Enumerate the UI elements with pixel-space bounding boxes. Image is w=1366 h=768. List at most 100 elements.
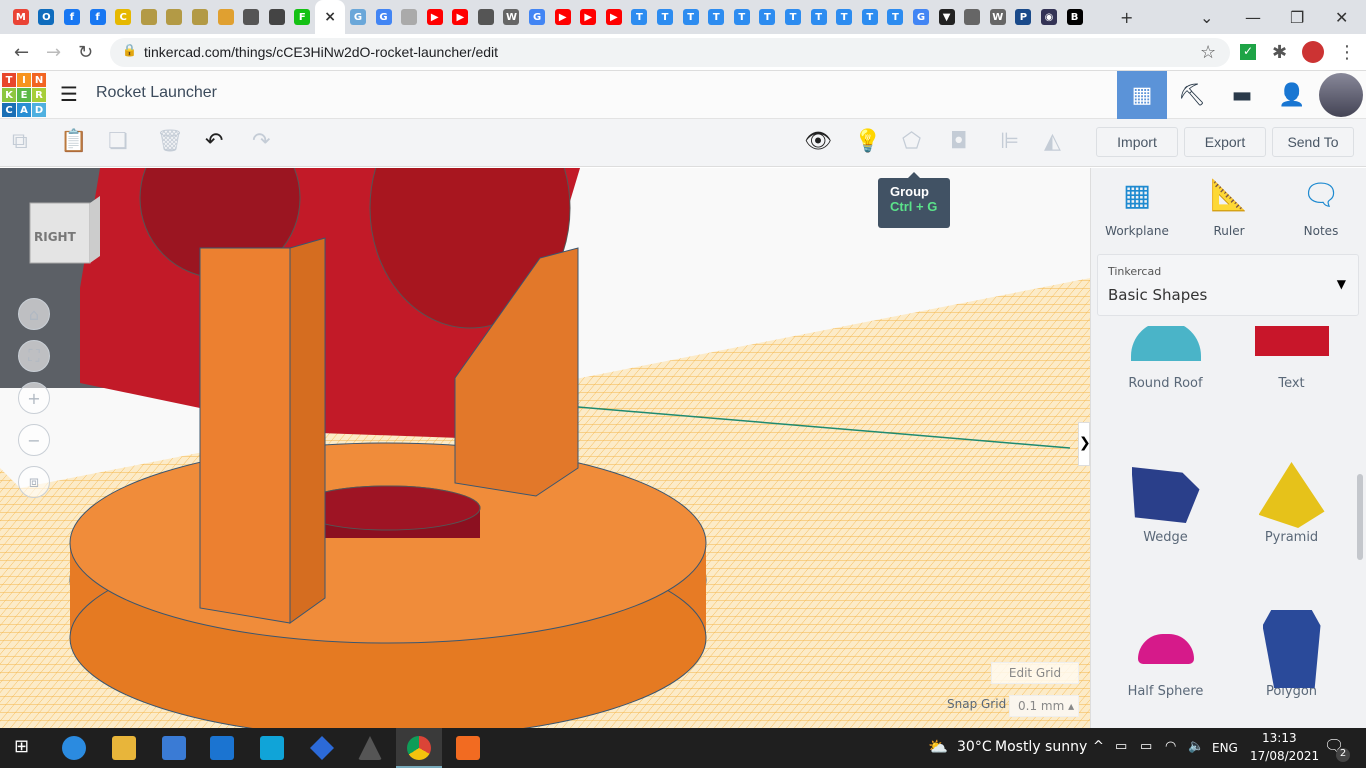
shape-library-select[interactable]: Tinkercad Basic Shapes ▼ xyxy=(1097,254,1359,316)
shape-polygon[interactable]: Polygon xyxy=(1229,610,1354,699)
show-all-icon[interactable]: 👁 xyxy=(804,129,832,154)
undo-icon[interactable]: ↶ xyxy=(205,129,223,154)
user-avatar[interactable] xyxy=(1318,71,1364,119)
browser-tab[interactable]: G xyxy=(371,0,397,34)
browser-tab[interactable]: G xyxy=(524,0,550,34)
invite-user-button[interactable]: 👤 xyxy=(1267,71,1317,119)
forward-icon[interactable]: → xyxy=(46,42,61,63)
extension-check-icon[interactable]: ✓ xyxy=(1240,44,1256,60)
browser-tab[interactable]: T xyxy=(806,0,832,34)
maximize-button[interactable]: ❐ xyxy=(1290,0,1304,34)
3d-design-view-button[interactable]: ▦ xyxy=(1117,71,1167,119)
browser-tab[interactable]: T xyxy=(780,0,806,34)
panel-scrollbar[interactable] xyxy=(1357,474,1363,560)
duplicate-icon[interactable]: ❏ xyxy=(108,129,128,154)
notes-tool[interactable]: 🗨 Notes xyxy=(1281,178,1361,238)
browser-tab[interactable]: ▶ xyxy=(422,0,448,34)
tab-search-icon[interactable]: ⌄ xyxy=(1200,0,1213,34)
browser-tab[interactable]: T xyxy=(703,0,729,34)
copy-icon[interactable]: ⧉ xyxy=(12,129,28,154)
brick-view-button[interactable]: ▬ xyxy=(1217,71,1267,119)
browser-tab[interactable]: W xyxy=(985,0,1011,34)
import-button[interactable]: Import xyxy=(1096,127,1178,157)
camera-icon[interactable]: ▭ xyxy=(1115,739,1127,754)
tinkercad-logo[interactable]: TIN KER CAD xyxy=(2,73,46,117)
browser-tab[interactable] xyxy=(959,0,985,34)
browser-tab[interactable]: O xyxy=(34,0,60,34)
collapse-panel-button[interactable]: ❯ xyxy=(1078,422,1090,466)
send-to-button[interactable]: Send To xyxy=(1272,127,1354,157)
delete-icon[interactable]: 🗑 xyxy=(156,129,184,154)
view-cube[interactable]: RIGHT xyxy=(34,230,76,244)
browser-tab[interactable]: F xyxy=(290,0,316,34)
menu-icon[interactable]: ⋮ xyxy=(1338,42,1356,63)
browser-tab[interactable] xyxy=(473,0,499,34)
edit-grid-button[interactable]: Edit Grid xyxy=(991,662,1079,684)
minecraft-pickaxe-button[interactable]: ⛏ xyxy=(1167,71,1217,119)
browser-tab[interactable]: T xyxy=(831,0,857,34)
profile-avatar[interactable] xyxy=(1302,41,1324,63)
browser-tab[interactable]: M xyxy=(8,0,34,34)
home-view-button[interactable]: ⌂ xyxy=(18,298,50,330)
minimize-button[interactable]: — xyxy=(1245,0,1261,34)
browser-tab[interactable]: T xyxy=(627,0,653,34)
tray-chevron-icon[interactable]: ^ xyxy=(1093,739,1104,754)
browser-tab[interactable]: P xyxy=(1011,0,1037,34)
snap-grid-select[interactable]: 0.1 mm ▴ xyxy=(1009,695,1079,717)
browser-tab[interactable] xyxy=(396,0,422,34)
browser-tab[interactable]: T xyxy=(652,0,678,34)
browser-tab[interactable]: T xyxy=(857,0,883,34)
export-button[interactable]: Export xyxy=(1184,127,1266,157)
volume-icon[interactable]: 🔈 xyxy=(1188,739,1204,754)
browser-tab[interactable] xyxy=(213,0,239,34)
edge-icon[interactable] xyxy=(62,736,86,760)
close-window-button[interactable]: ✕ xyxy=(1335,0,1348,34)
browser-tab[interactable]: G xyxy=(908,0,934,34)
browser-tab[interactable]: ▶ xyxy=(575,0,601,34)
ruler-tool[interactable]: 📐 Ruler xyxy=(1189,178,1269,238)
zoom-in-button[interactable]: + xyxy=(18,382,50,414)
align-icon[interactable]: ⊫ xyxy=(1000,129,1019,154)
notes-lightbulb-icon[interactable]: 💡 xyxy=(854,129,881,154)
paste-icon[interactable]: 📋 xyxy=(60,129,87,154)
design-list-icon[interactable]: ☰ xyxy=(60,82,78,106)
shape-text[interactable]: Text xyxy=(1229,326,1354,391)
browser-tab[interactable] xyxy=(187,0,213,34)
shape-half-sphere[interactable]: Half Sphere xyxy=(1103,614,1228,699)
language-indicator[interactable]: ENG xyxy=(1212,741,1238,755)
mail-icon[interactable] xyxy=(210,736,234,760)
browser-tab[interactable]: ▶ xyxy=(601,0,627,34)
url-input[interactable]: 🔒 tinkercad.com/things/cCE3HiNw2dO-rocket… xyxy=(110,38,1230,67)
design-title[interactable]: Rocket Launcher xyxy=(96,84,217,102)
inkscape-icon[interactable] xyxy=(358,736,382,760)
browser-tab[interactable]: f xyxy=(85,0,111,34)
clock-time[interactable]: 13:13 xyxy=(1262,731,1297,745)
browser-tab[interactable] xyxy=(264,0,290,34)
browser-tab[interactable] xyxy=(162,0,188,34)
mirror-icon[interactable]: ◭ xyxy=(1044,129,1061,154)
browser-tab[interactable]: T xyxy=(755,0,781,34)
browser-tab[interactable]: C xyxy=(110,0,136,34)
browser-tab[interactable]: T xyxy=(729,0,755,34)
group-icon[interactable]: ⬠ xyxy=(902,129,921,154)
browser-tab[interactable]: × xyxy=(315,0,346,34)
extensions-puzzle-icon[interactable]: ✱ xyxy=(1272,42,1287,63)
reload-icon[interactable]: ↻ xyxy=(78,42,93,63)
new-tab-button[interactable]: + xyxy=(1120,0,1133,34)
browser-tab[interactable] xyxy=(238,0,264,34)
perspective-button[interactable]: ⧈ xyxy=(18,466,50,498)
zoom-out-button[interactable]: − xyxy=(18,424,50,456)
fit-view-button[interactable]: ⛶ xyxy=(18,340,50,372)
app-icon[interactable] xyxy=(310,736,334,760)
weather-text[interactable]: Mostly sunny xyxy=(995,739,1087,755)
wifi-icon[interactable]: ◠ xyxy=(1165,739,1176,754)
file-explorer-icon[interactable] xyxy=(112,736,136,760)
browser-tab[interactable]: G xyxy=(345,0,371,34)
shape-wedge[interactable]: Wedge xyxy=(1103,460,1228,545)
close-icon[interactable]: × xyxy=(322,9,338,25)
battery-icon[interactable]: ▭ xyxy=(1140,739,1152,754)
browser-tab[interactable]: f xyxy=(59,0,85,34)
shape-pyramid[interactable]: Pyramid xyxy=(1229,460,1354,545)
chrome-taskbar-button[interactable] xyxy=(396,728,442,768)
redo-icon[interactable]: ↷ xyxy=(252,129,270,154)
